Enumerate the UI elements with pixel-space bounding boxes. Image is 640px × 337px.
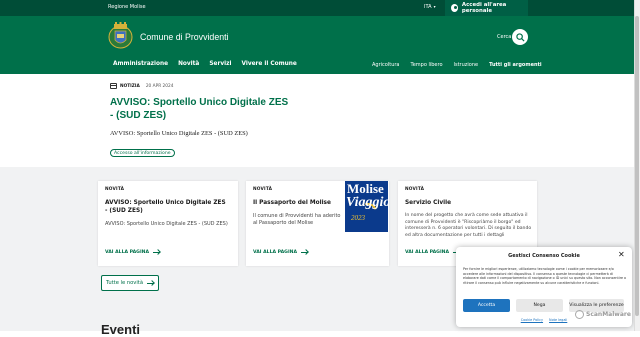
card-link[interactable]: VAI ALLA PAGINA [253, 250, 309, 255]
card-title[interactable]: Il Passaporto del Molise [253, 199, 343, 207]
news-type-label: NOTIZIA [120, 83, 140, 89]
card-link-label: VAI ALLA PAGINA [253, 250, 298, 255]
deny-button[interactable]: Nega [516, 299, 563, 312]
news-card[interactable]: NOVITÀ AVVISO: Sportello Unico Digitale … [98, 181, 238, 266]
molise-travel-image[interactable]: Molise Viaggio 2023 [345, 181, 388, 232]
scrollbar-thumb[interactable] [635, 16, 639, 316]
nav-item-education[interactable]: Istruzione [454, 62, 479, 68]
card-category: NOVITÀ [405, 187, 425, 192]
municipality-crest-logo[interactable] [108, 22, 133, 50]
arrow-right-icon [147, 282, 155, 284]
site-header: Comune di Provvidenti Cerca Amministrazi… [0, 16, 640, 74]
scanmalware-badge: ScanMalware [575, 310, 631, 319]
featured-news-title[interactable]: AVVISO: Sportello Unico Digitale ZES - (… [110, 96, 290, 122]
search-label: Cerca [497, 34, 512, 40]
featured-news-meta: NOTIZIA 20 APR 2024 [110, 83, 173, 89]
nav-item-agriculture[interactable]: Agricoltura [372, 62, 400, 68]
card-link[interactable]: VAI ALLA PAGINA [105, 250, 161, 255]
search-icon [515, 32, 525, 42]
featured-news-subtitle: AVVISO: Sportello Unico Digitale ZES - (… [110, 130, 248, 137]
search-button[interactable] [512, 29, 528, 45]
cookie-policy-link[interactable]: Cookie Policy [521, 318, 543, 322]
card-link[interactable]: VAI ALLA PAGINA [405, 250, 461, 255]
nav-item-services[interactable]: Servizi [209, 61, 231, 67]
calendar-icon [110, 83, 117, 89]
nav-item-administration[interactable]: Amministrazione [113, 61, 168, 67]
card-category: NOVITÀ [105, 187, 125, 192]
all-news-label: Tutte le novità [105, 280, 144, 286]
accept-button[interactable]: Accetta [463, 299, 510, 312]
card-text: AVVISO: Sportello Unico Digitale ZES - (… [105, 221, 228, 227]
close-icon[interactable]: ✕ [618, 251, 625, 259]
region-link[interactable]: Regione Molise [108, 4, 146, 10]
user-icon [451, 4, 458, 12]
chevron-down-icon: ▾ [433, 4, 436, 9]
badge-label: ScanMalware [586, 311, 631, 318]
events-heading: Eventi [101, 322, 141, 337]
top-bar: Regione Molise ITA ▾ Accedi all'area pers… [0, 0, 640, 16]
nav-item-all-topics[interactable]: Tutti gli argomenti [489, 62, 542, 68]
arrow-right-icon [301, 252, 309, 253]
topic-tag[interactable]: Accesso all'informazione [110, 149, 175, 157]
nav-item-live-the-town[interactable]: Vivere il Comune [241, 61, 296, 67]
arrow-right-icon [153, 252, 161, 253]
nav-item-news[interactable]: Novità [178, 61, 199, 67]
image-text-viaggio: Viaggio [346, 195, 388, 210]
consent-body: Per fornire le migliori esperienze, util… [463, 267, 627, 285]
secondary-navigation: Agricoltura Tempo libero Istruzione Tutt… [372, 62, 542, 68]
card-text: Il comune di Provvidenti ha aderito al P… [253, 213, 341, 227]
card-text: In nome del progetto che avrà come sede … [405, 213, 532, 238]
all-news-button[interactable]: Tutte le novità [101, 275, 159, 291]
language-label: ITA [424, 4, 432, 10]
main-navigation: Amministrazione Novità Servizi Vivere il… [113, 61, 297, 67]
legal-notes-link[interactable]: Note legali [549, 318, 567, 322]
login-button[interactable]: Accedi all'area personale [445, 0, 528, 16]
consent-title: Gestisci Consenso Cookie [508, 253, 580, 259]
news-date: 20 APR 2024 [145, 83, 174, 89]
card-link-label: VAI ALLA PAGINA [405, 250, 450, 255]
language-selector[interactable]: ITA ▾ [424, 4, 436, 10]
card-link-label: VAI ALLA PAGINA [105, 250, 150, 255]
card-title[interactable]: AVVISO: Sportello Unico Digitale ZES - (… [105, 199, 230, 215]
badge-icon [575, 310, 584, 319]
site-title[interactable]: Comune di Provvidenti [140, 32, 229, 42]
image-text-year: 2023 [351, 214, 365, 222]
login-label: Accedi all'area personale [461, 2, 507, 14]
card-title[interactable]: Servizio Civile [405, 199, 530, 207]
card-category: NOVITÀ [253, 187, 273, 192]
nav-item-free-time[interactable]: Tempo libero [411, 62, 443, 68]
